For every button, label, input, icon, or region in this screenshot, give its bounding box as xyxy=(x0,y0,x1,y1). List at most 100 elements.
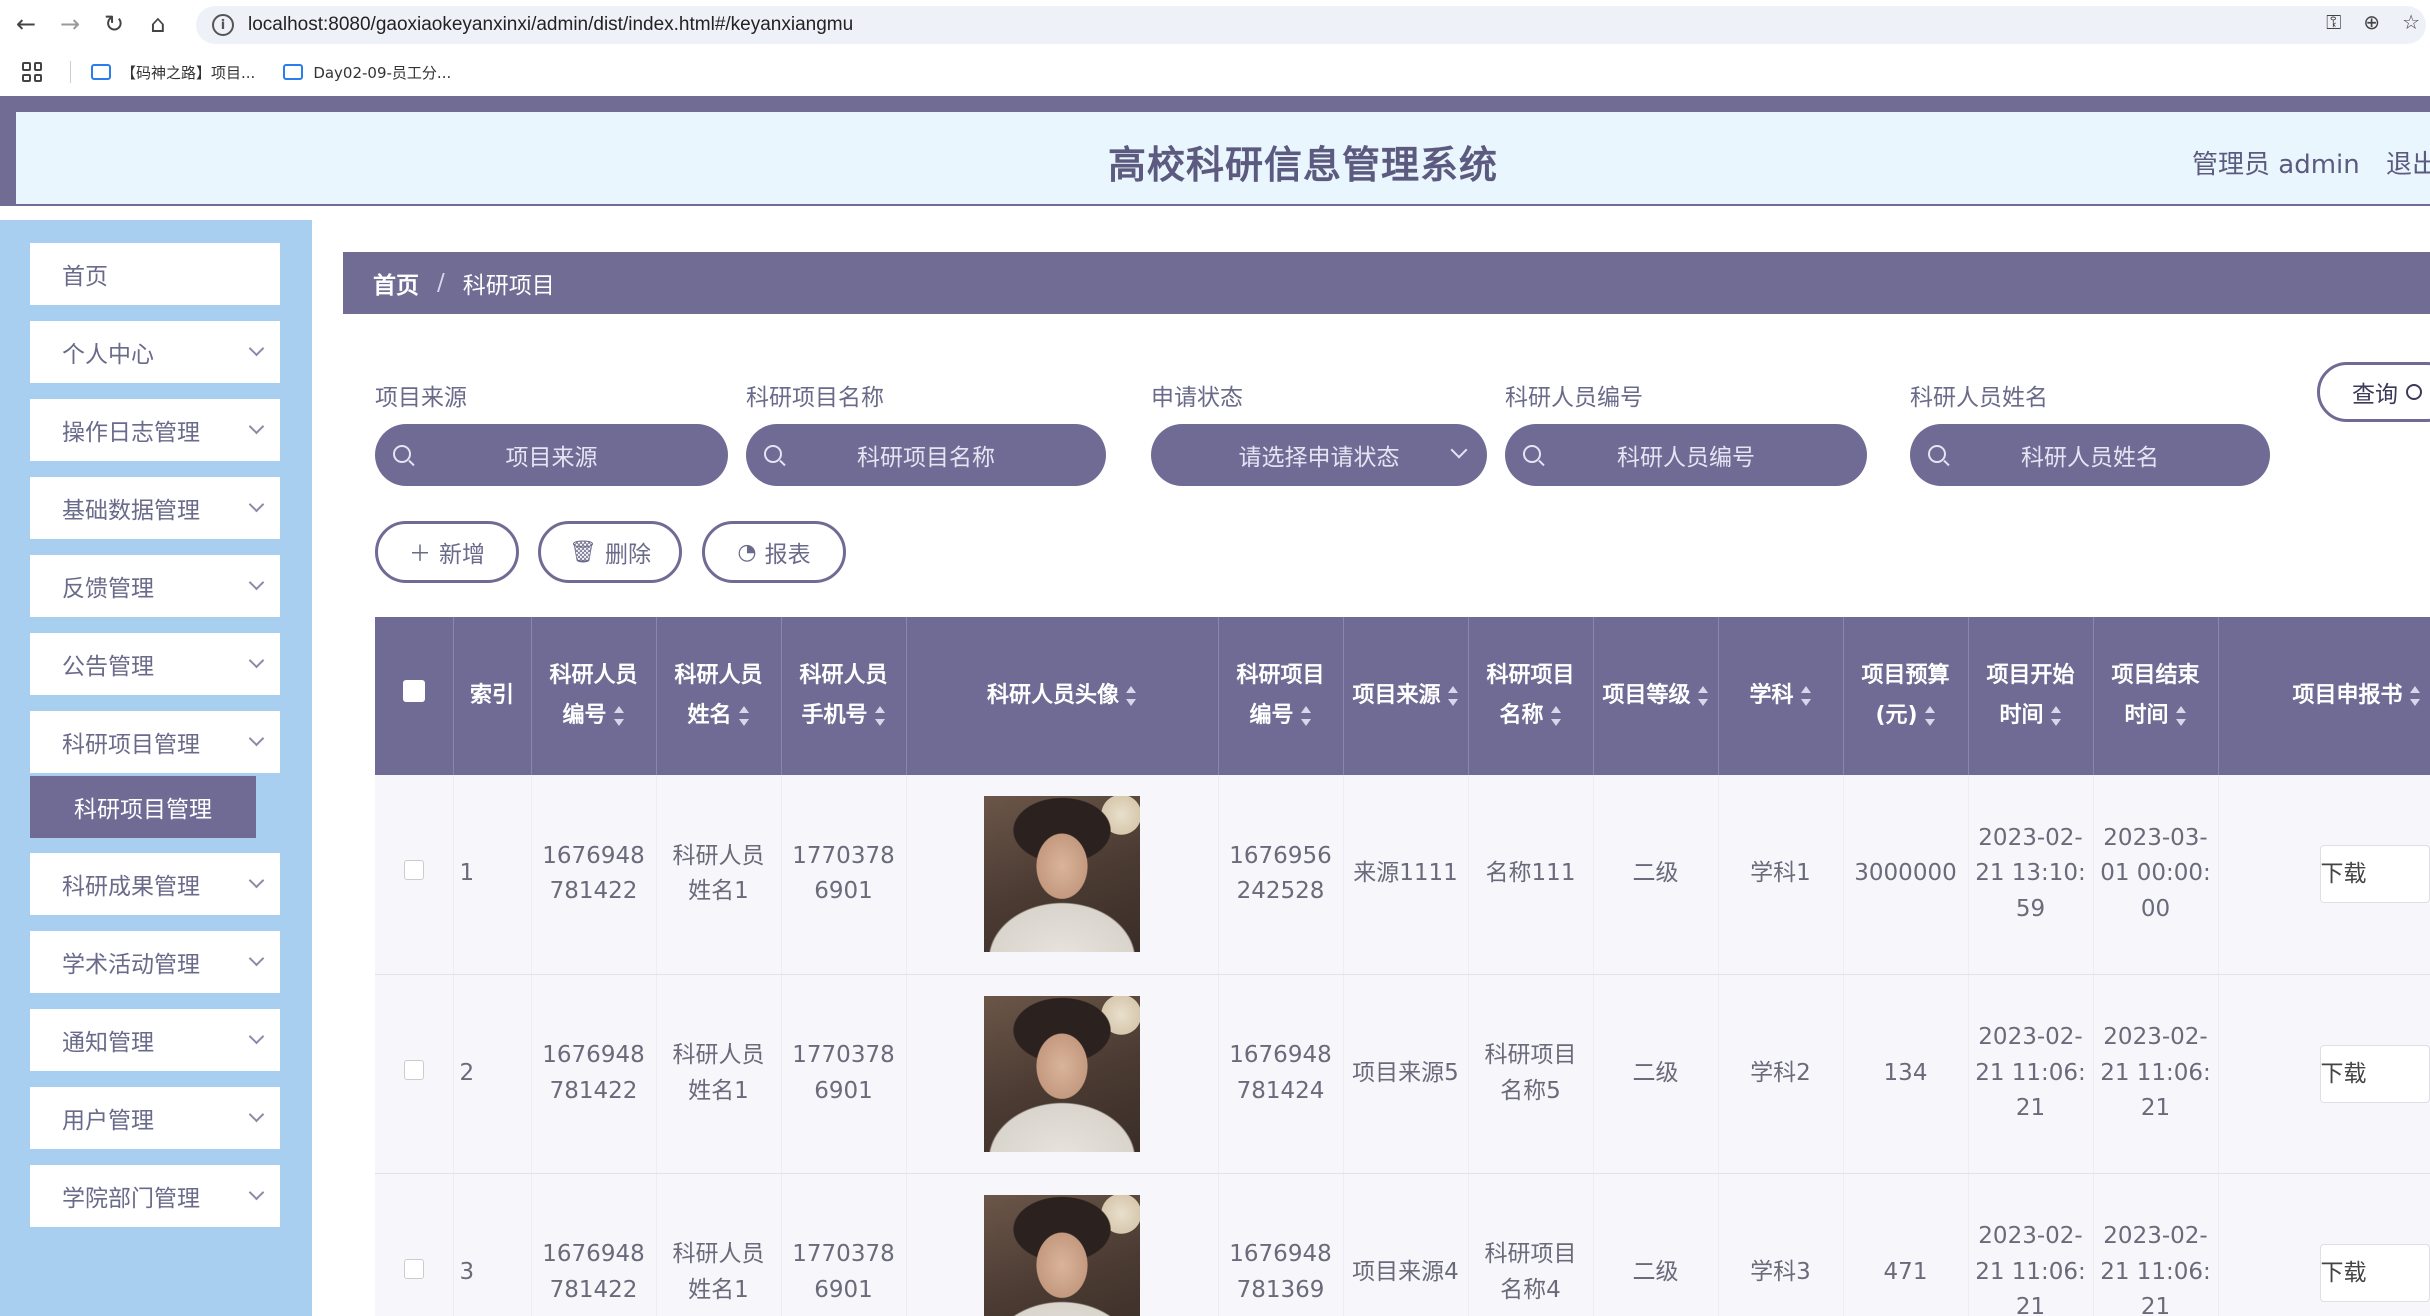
home-icon[interactable]: ⌂ xyxy=(140,6,176,42)
filter-input[interactable]: 科研人员姓名 xyxy=(1910,424,2270,486)
reload-icon[interactable]: ↻ xyxy=(96,6,132,42)
row-checkbox[interactable] xyxy=(403,1258,424,1279)
breadcrumb-home[interactable]: 首页 xyxy=(373,266,419,300)
filter-label: 科研人员编号 xyxy=(1505,385,1643,411)
status-select[interactable]: 请选择申请状态 xyxy=(1151,424,1487,486)
sort-caret-icon[interactable] xyxy=(1550,706,1562,726)
filter-input[interactable]: 科研人员编号 xyxy=(1505,424,1867,486)
table-row[interactable]: 1 1676948781422 科研人员姓名1 17703786901 16769562… xyxy=(375,775,2430,975)
query-button[interactable]: 查询 xyxy=(2317,362,2430,422)
bookmark-label: Day02-09-员工分... xyxy=(313,63,452,82)
address-bar[interactable]: i localhost:8080/gaoxiaokeyanxinxi/admin… xyxy=(196,6,2426,44)
back-arrow-icon[interactable]: ← xyxy=(8,6,44,42)
table-row[interactable]: 2 1676948781422 科研人员姓名1 17703786901 16769487… xyxy=(375,974,2430,1174)
sidebar-item[interactable]: 用户管理 xyxy=(30,1087,280,1149)
apps-grid-icon[interactable] xyxy=(22,62,42,82)
logout-button[interactable]: 退出 xyxy=(2386,144,2430,181)
column-header[interactable]: 科研人员 编号 xyxy=(531,617,657,775)
row-checkbox[interactable] xyxy=(403,860,424,881)
download-button[interactable]: 下载 xyxy=(2319,845,2430,904)
cell-index: 3 xyxy=(453,1173,532,1316)
chevron-down-icon xyxy=(248,1106,265,1123)
file-cell: 下载 xyxy=(2218,974,2430,1174)
column-header[interactable]: 学科 xyxy=(1718,617,1844,775)
filter-placeholder: 科研人员编号 xyxy=(1617,445,1755,471)
bookmark-item[interactable]: 【码神之路】项目... xyxy=(91,62,255,83)
add-button[interactable]: ＋ 新增 xyxy=(375,521,519,583)
sort-caret-icon[interactable] xyxy=(2050,706,2062,726)
column-header-label: 科研项目 xyxy=(1486,663,1575,689)
sidebar-item[interactable]: 学术活动管理 xyxy=(30,931,280,993)
browser-toolbar: ← → ↻ ⌂ i localhost:8080/gaoxiaokeyanxin… xyxy=(0,0,2430,48)
column-header[interactable]: 科研人员 姓名 xyxy=(656,617,782,775)
sort-caret-icon[interactable] xyxy=(1447,686,1459,707)
sort-caret-icon[interactable] xyxy=(2409,686,2421,707)
site-info-icon[interactable]: i xyxy=(212,14,234,36)
download-button[interactable]: 下载 xyxy=(2319,1044,2430,1103)
column-header[interactable]: 科研项目 编号 xyxy=(1218,617,1344,775)
column-header[interactable]: 项目预算 (元) xyxy=(1843,617,1969,775)
project-table: 索引 科研人员 编号 科研人员 姓名 科研人员 手机号 科研人员头像 科研项目 编号 项目来源 科研项… xyxy=(375,617,2430,1316)
sidebar-item[interactable]: 科研成果管理 xyxy=(30,853,280,915)
bookmark-label: 【码神之路】项目... xyxy=(121,63,256,82)
select-all-checkbox[interactable] xyxy=(402,680,425,703)
sidebar-item[interactable]: 公告管理 xyxy=(30,633,280,695)
sidebar-item[interactable]: 科研项目管理 xyxy=(30,711,280,773)
sidebar-item-label: 科研成果管理 xyxy=(62,874,200,900)
column-header[interactable]: 科研人员头像 xyxy=(906,617,1219,775)
sidebar-item[interactable]: 基础数据管理 xyxy=(30,477,280,539)
table-row[interactable]: 3 1676948781422 科研人员姓名1 17703786901 16769487… xyxy=(375,1173,2430,1316)
forward-arrow-icon[interactable]: → xyxy=(52,6,88,42)
row-select-cell xyxy=(375,775,454,975)
column-header-label: 项目结束 xyxy=(2111,663,2200,689)
report-label: 报表 xyxy=(764,542,811,568)
sidebar-item[interactable]: 学院部门管理 xyxy=(30,1165,280,1227)
sort-caret-icon[interactable] xyxy=(738,706,750,726)
key-icon[interactable]: ⚿ xyxy=(2326,10,2341,34)
column-header-label: 项目来源 xyxy=(1352,683,1441,709)
search-icon xyxy=(764,445,782,463)
sidebar-item[interactable]: 首页 xyxy=(30,243,280,305)
column-header-label: 科研人员 xyxy=(549,663,638,689)
sort-caret-icon[interactable] xyxy=(1800,686,1812,707)
sidebar-item[interactable]: 个人中心 xyxy=(30,321,280,383)
cell-researcher-no: 1676948781422 xyxy=(531,974,657,1174)
sort-caret-icon[interactable] xyxy=(613,706,625,726)
filter-input[interactable]: 科研项目名称 xyxy=(746,424,1106,486)
column-header[interactable]: 科研人员 手机号 xyxy=(781,617,907,775)
column-header-label: 科研人员头像 xyxy=(986,683,1119,709)
filter-placeholder: 项目来源 xyxy=(505,445,598,471)
row-checkbox[interactable] xyxy=(403,1059,424,1080)
column-header[interactable]: 项目申报书 xyxy=(2218,617,2430,775)
star-icon[interactable]: ☆ xyxy=(2402,10,2420,34)
sort-caret-icon[interactable] xyxy=(1300,706,1312,726)
cell-researcher-no: 1676948781422 xyxy=(531,1173,657,1316)
download-button[interactable]: 下载 xyxy=(2319,1243,2430,1302)
sort-caret-icon[interactable] xyxy=(2175,706,2187,726)
sidebar-item[interactable]: 反馈管理 xyxy=(30,555,280,617)
column-header[interactable]: 项目开始 时间 xyxy=(1968,617,2094,775)
sort-caret-icon[interactable] xyxy=(1924,706,1936,726)
filter-input[interactable]: 项目来源 xyxy=(375,424,728,486)
bookmark-item[interactable]: Day02-09-员工分... xyxy=(283,62,451,83)
report-button[interactable]: ◔ 报表 xyxy=(702,521,846,583)
cell-researcher-name: 科研人员姓名1 xyxy=(656,1173,782,1316)
sort-caret-icon[interactable] xyxy=(1125,686,1137,707)
sidebar-item[interactable]: 操作日志管理 xyxy=(30,399,280,461)
delete-button[interactable]: 🗑 删除 xyxy=(538,521,682,583)
column-header[interactable]: 项目来源 xyxy=(1343,617,1469,775)
sidebar-subitem-active[interactable]: 科研项目管理 xyxy=(30,776,256,838)
sort-caret-icon[interactable] xyxy=(874,706,886,726)
column-header[interactable]: 项目等级 xyxy=(1593,617,1719,775)
column-header[interactable]: 项目结束 时间 xyxy=(2093,617,2219,775)
zoom-icon[interactable]: ⊕ xyxy=(2363,10,2380,34)
column-header[interactable]: 科研项目 名称 xyxy=(1468,617,1594,775)
sidebar-item[interactable]: 通知管理 xyxy=(30,1009,280,1071)
column-header-label: 项目申报书 xyxy=(2292,683,2403,709)
chevron-down-icon xyxy=(248,496,265,513)
sort-caret-icon[interactable] xyxy=(1697,686,1709,707)
cell-end: 2023-02-21 11:06:21 xyxy=(2093,1173,2219,1316)
cell-budget: 3000000 xyxy=(1843,775,1969,975)
cell-source: 项目来源4 xyxy=(1343,1173,1469,1316)
cell-researcher-name: 科研人员姓名1 xyxy=(656,974,782,1174)
